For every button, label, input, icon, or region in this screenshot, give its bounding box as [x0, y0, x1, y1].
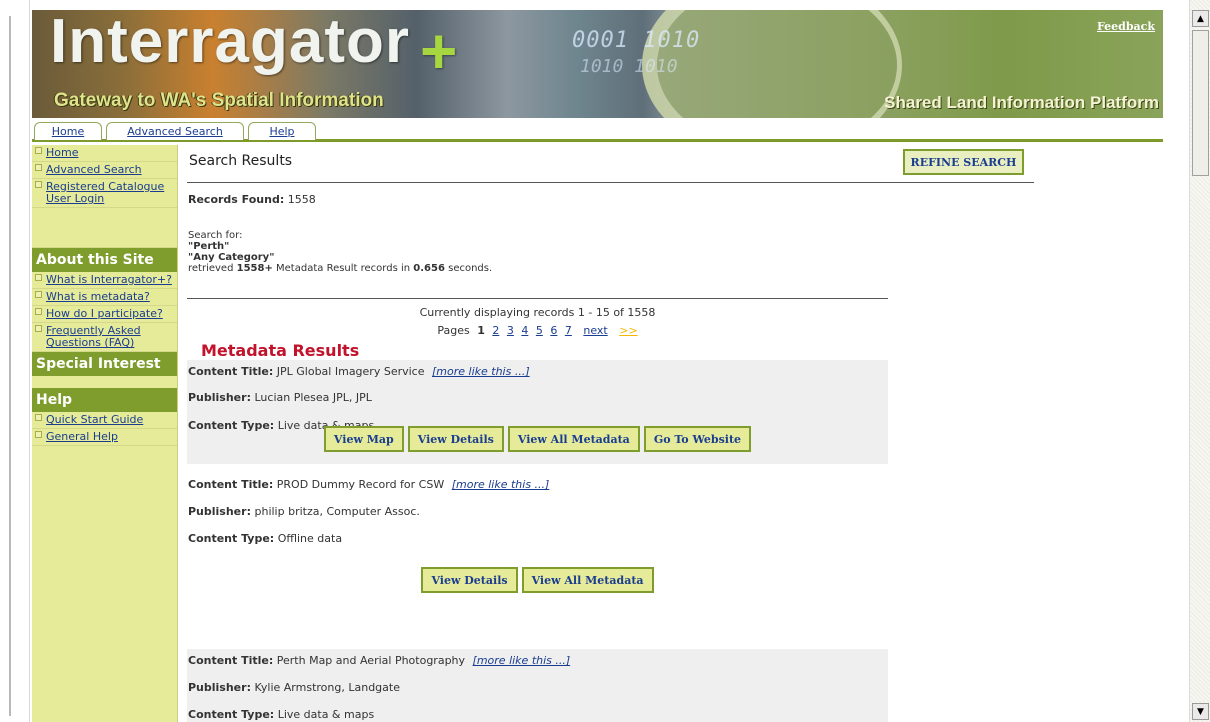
last-page-link[interactable]: >> — [619, 324, 637, 337]
tab-home[interactable]: Home — [34, 122, 102, 140]
search-category: "Any Category" — [188, 252, 275, 263]
scroll-down-arrow-icon[interactable]: ▼ — [1192, 703, 1209, 720]
left-navigation: Home Advanced Search Registered Catalogu… — [32, 145, 178, 722]
publisher-line: Publisher: Lucian Plesea JPL, JPL — [188, 391, 372, 404]
bullet-icon — [35, 147, 42, 154]
bullet-icon — [35, 164, 42, 171]
sidebar-spacer — [32, 208, 177, 248]
pages-label: Pages — [437, 324, 470, 337]
publisher: philip britza, Computer Assoc. — [254, 505, 420, 518]
record-actions: View Map View Details View All Metadata … — [187, 426, 888, 452]
view-details-button[interactable]: View Details — [421, 567, 518, 593]
publisher-line: Publisher: Kylie Armstrong, Landgate — [188, 681, 400, 694]
sidebar-item-general-help[interactable]: General Help — [32, 429, 177, 446]
publisher-line: Publisher: philip britza, Computer Assoc… — [188, 505, 420, 518]
record-actions: View Details View All Metadata — [187, 567, 888, 593]
sidebar-item-what-is-metadata[interactable]: What is metadata? — [32, 289, 177, 306]
content-type: Live data & maps — [277, 708, 375, 721]
content-title: PROD Dummy Record for CSW — [276, 478, 445, 491]
sidebar-item-registered-login[interactable]: Registered Catalogue User Login — [32, 179, 177, 208]
content-type-line: Content Type: Offline data — [188, 532, 343, 545]
refine-search-button[interactable]: REFINE SEARCH — [903, 149, 1024, 175]
publisher: Kylie Armstrong, Landgate — [254, 681, 400, 694]
feedback-link[interactable]: Feedback — [1097, 20, 1155, 33]
sidebar-item-home[interactable]: Home — [32, 145, 177, 162]
search-summary: Search for: "Perth" "Any Category" retri… — [188, 230, 492, 274]
tab-bar: Home Advanced Search Help — [32, 118, 1163, 142]
main-content: Search Results REFINE SEARCH Records Fou… — [187, 145, 1167, 722]
bullet-icon — [35, 274, 42, 281]
page-link[interactable]: 6 — [550, 324, 557, 337]
page-link[interactable]: 5 — [536, 324, 543, 337]
view-details-button[interactable]: View Details — [407, 426, 504, 452]
bullet-icon — [35, 181, 42, 188]
title-row: Search Results REFINE SEARCH — [187, 145, 1034, 183]
retrieved-count: 1558+ — [236, 263, 273, 274]
content-title-line: Content Title: JPL Global Imagery Servic… — [188, 365, 530, 378]
binary-decoration: 0001 1010 — [572, 28, 701, 53]
records-found-label: Records Found: — [188, 193, 285, 206]
page-link[interactable]: 4 — [521, 324, 528, 337]
search-for-label: Search for: — [188, 230, 243, 241]
tab-advanced-search[interactable]: Advanced Search — [106, 122, 244, 140]
content-type: Offline data — [277, 532, 343, 545]
sidebar-item-advanced-search[interactable]: Advanced Search — [32, 162, 177, 179]
scrollbar-thumb[interactable] — [1192, 30, 1209, 176]
site-logo-text: Interragator — [50, 10, 410, 76]
view-map-button[interactable]: View Map — [323, 426, 404, 452]
sidebar-item-faq[interactable]: Frequently Asked Questions (FAQ) — [32, 323, 177, 352]
result-record: Content Title: Perth Map and Aerial Phot… — [187, 649, 888, 722]
bullet-icon — [35, 414, 42, 421]
divider — [187, 298, 888, 299]
sidebar-item-how-participate[interactable]: How do I participate? — [32, 306, 177, 323]
pagination: Pages 1 2 3 4 5 6 7 next >> — [187, 324, 888, 337]
page-title: Search Results — [189, 153, 293, 169]
site-tagline: Gateway to WA's Spatial Information — [54, 90, 384, 111]
metadata-results-heading: Metadata Results — [201, 341, 360, 360]
content-title-line: Content Title: PROD Dummy Record for CSW… — [188, 478, 550, 491]
page: 0001 1010 1010 1010 Interragator + Gatew… — [32, 10, 1164, 722]
displaying-records: Currently displaying records 1 - 15 of 1… — [419, 306, 656, 319]
bullet-icon — [35, 308, 42, 315]
content-title: Perth Map and Aerial Photography — [276, 654, 466, 667]
window-frame-left — [0, 0, 30, 722]
bullet-icon — [35, 325, 42, 332]
site-logo-plus: + — [420, 15, 458, 87]
page-link[interactable]: 3 — [507, 324, 514, 337]
binary-decoration-2: 1010 1010 — [580, 56, 678, 77]
bullet-icon — [35, 431, 42, 438]
page-current: 1 — [477, 324, 485, 337]
result-record: Content Title: JPL Global Imagery Servic… — [187, 360, 888, 464]
scroll-up-arrow-icon[interactable]: ▲ — [1192, 10, 1209, 27]
view-all-metadata-button[interactable]: View All Metadata — [507, 426, 640, 452]
sidebar-heading-about: About this Site — [32, 248, 177, 272]
tab-help[interactable]: Help — [248, 122, 316, 140]
sidebar-heading-special-interest: Special Interest — [32, 352, 177, 376]
content-title-line: Content Title: Perth Map and Aerial Phot… — [188, 654, 571, 667]
vertical-scrollbar[interactable]: ▲ ▼ — [1189, 0, 1210, 722]
more-like-this-link[interactable]: [more like this ...] — [452, 478, 550, 491]
more-like-this-link[interactable]: [more like this ...] — [473, 654, 571, 667]
sidebar-item-what-is-interragator[interactable]: What is Interragator+? — [32, 272, 177, 289]
retrieved-time: 0.656 — [413, 263, 445, 274]
content-type-line: Content Type: Live data & maps — [188, 708, 375, 721]
sidebar-item-quick-start[interactable]: Quick Start Guide — [32, 412, 177, 429]
view-all-metadata-button[interactable]: View All Metadata — [521, 567, 654, 593]
search-query: "Perth" — [188, 241, 230, 252]
bullet-icon — [35, 291, 42, 298]
platform-name: Shared Land Information Platform — [884, 93, 1159, 112]
records-found: Records Found: 1558 — [188, 193, 316, 206]
publisher: Lucian Plesea JPL, JPL — [254, 391, 372, 404]
sidebar-heading-help: Help — [32, 388, 177, 412]
retrieved-line: retrieved 1558+ Metadata Result records … — [188, 263, 493, 274]
records-found-value: 1558 — [287, 193, 316, 206]
site-banner: 0001 1010 1010 1010 Interragator + Gatew… — [32, 10, 1163, 118]
content-title: JPL Global Imagery Service — [276, 365, 425, 378]
page-link[interactable]: 7 — [565, 324, 572, 337]
go-to-website-button[interactable]: Go To Website — [643, 426, 752, 452]
result-record: Content Title: PROD Dummy Record for CSW… — [187, 475, 888, 625]
next-page-link[interactable]: next — [583, 324, 607, 337]
page-link[interactable]: 2 — [492, 324, 499, 337]
more-like-this-link[interactable]: [more like this ...] — [432, 365, 530, 378]
